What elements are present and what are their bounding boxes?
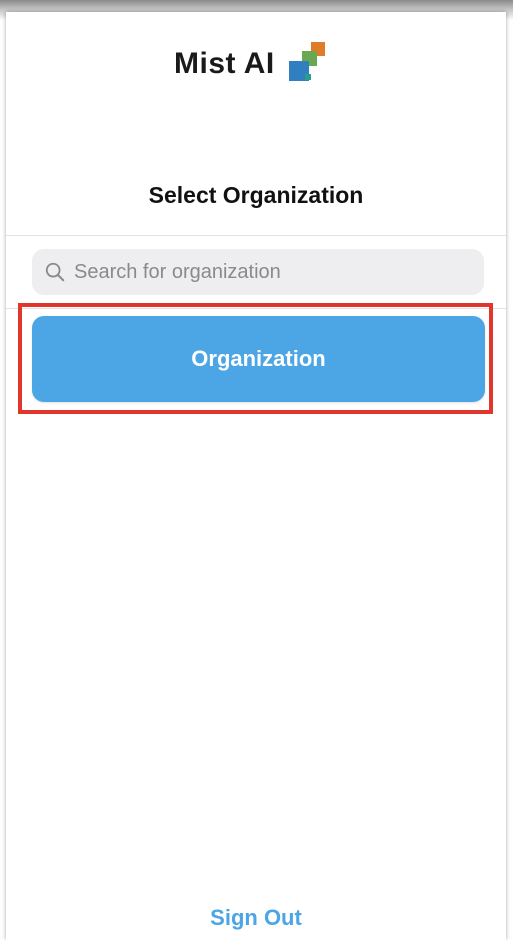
search-bar[interactable] bbox=[32, 249, 484, 295]
page-title: Select Organization bbox=[148, 182, 364, 208]
device-frame: Mist AI Select Organization Organization bbox=[0, 0, 513, 940]
search-icon bbox=[45, 262, 65, 282]
organization-button[interactable]: Organization bbox=[32, 316, 485, 402]
search-input[interactable] bbox=[74, 260, 464, 284]
app-screen: Mist AI Select Organization Organization bbox=[6, 12, 506, 940]
sign-out-link[interactable]: Sign Out bbox=[6, 905, 506, 931]
logo-text: Mist AI bbox=[174, 47, 275, 80]
header-divider bbox=[6, 235, 506, 236]
mist-ai-logo: Mist AI bbox=[174, 42, 329, 86]
mist-logo-icon bbox=[283, 42, 329, 86]
